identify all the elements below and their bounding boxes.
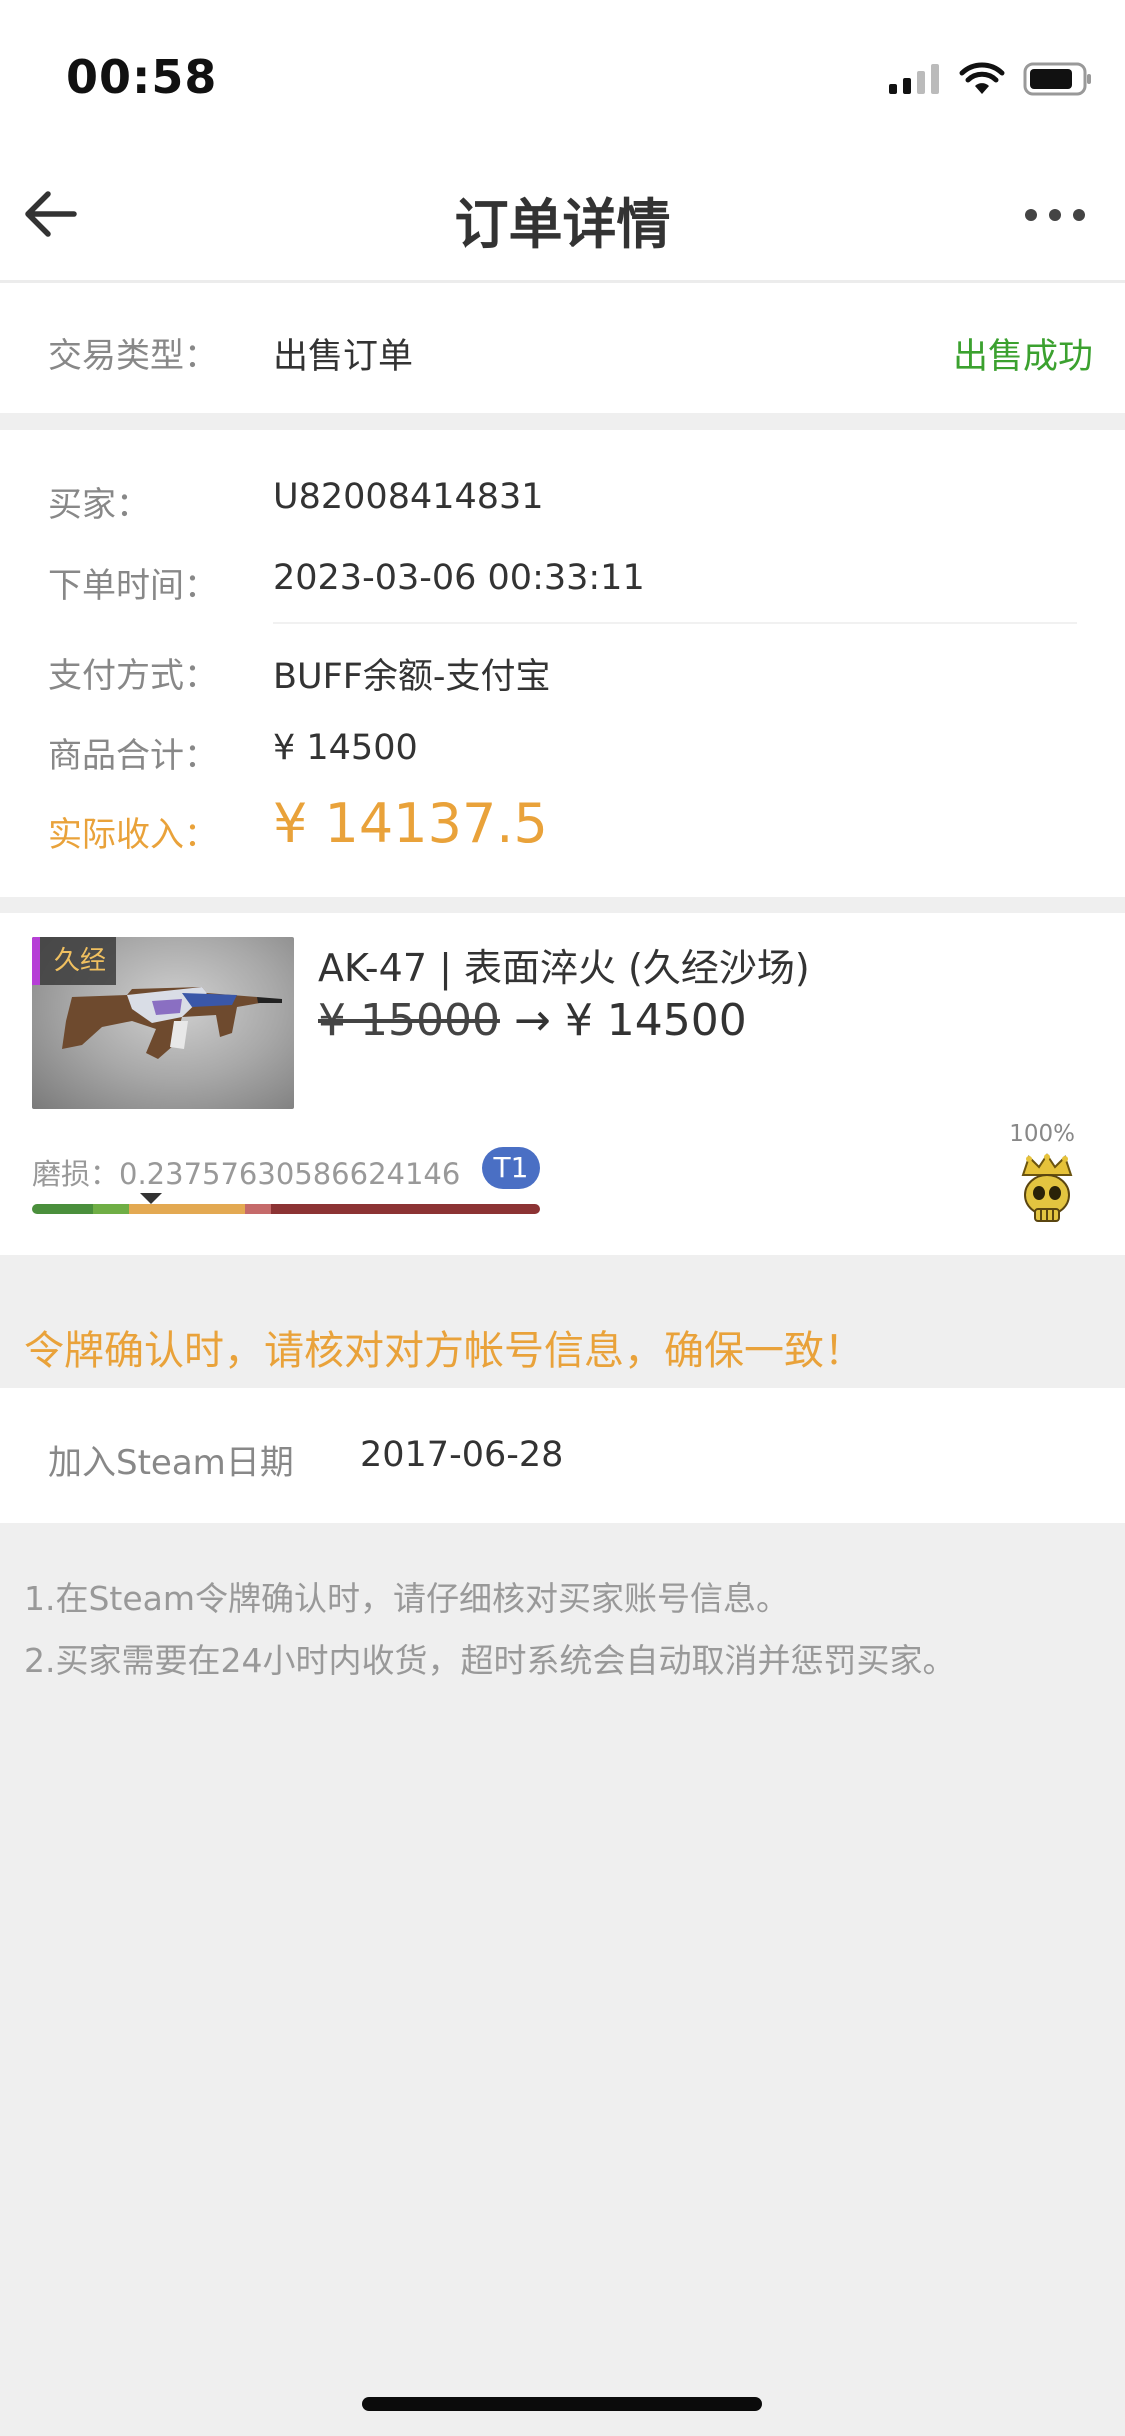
- order-info-card: 买家： U82008414831 下单时间： 2023-03-06 00:33:…: [0, 430, 1125, 897]
- more-dot-icon: [1073, 209, 1085, 221]
- order-time-label: 下单时间：: [48, 566, 218, 606]
- buyer-value: U82008414831: [273, 477, 544, 517]
- more-button[interactable]: [1025, 200, 1085, 230]
- order-status: 出售成功: [952, 337, 1093, 377]
- buyer-label: 买家：: [48, 485, 150, 525]
- more-dot-icon: [1025, 209, 1037, 221]
- wear-segment: [128, 1204, 246, 1214]
- sticker-percent: 100%: [1009, 1121, 1075, 1147]
- item-thumbnail[interactable]: 久经: [32, 937, 294, 1109]
- signal-icon: [889, 64, 939, 94]
- steam-join-date: 2017-06-28: [360, 1435, 564, 1475]
- wear-marker-icon: [140, 1193, 162, 1204]
- price-line: ¥ 15000 → ¥ 14500: [318, 995, 747, 1046]
- wear-segment: [270, 1204, 540, 1214]
- more-dot-icon: [1049, 209, 1061, 221]
- wear-bar: [32, 1204, 540, 1214]
- info-divider: [273, 622, 1077, 624]
- battery-icon: [1023, 62, 1091, 96]
- payment-value: BUFF余额-支付宝: [273, 657, 551, 697]
- note-item: 2.买家需要在24小时内收货，超时系统会自动取消并惩罚买家。: [24, 1641, 956, 1680]
- new-price: ¥ 14500: [564, 995, 747, 1046]
- income-label: 实际收入：: [48, 815, 218, 855]
- status-time: 00:58: [66, 50, 218, 104]
- tier-badge[interactable]: T1: [482, 1147, 540, 1189]
- income-value: ¥ 14137.5: [273, 792, 548, 855]
- wear-value: 磨损：0.23757630586624146: [32, 1157, 461, 1191]
- old-price: ¥ 15000: [318, 995, 500, 1046]
- note-item: 1.在Steam令牌确认时，请仔细核对买家账号信息。: [24, 1579, 790, 1618]
- steam-card: 加入Steam日期 2017-06-28: [0, 1388, 1125, 1523]
- notes: 1.在Steam令牌确认时，请仔细核对买家账号信息。 2.买家需要在24小时内收…: [24, 1568, 955, 1692]
- page-title: 订单详情: [454, 193, 671, 256]
- total-value: ¥ 14500: [273, 728, 418, 768]
- status-icons: [889, 62, 1093, 96]
- header-area: 00:58 订单详情: [0, 0, 1125, 283]
- total-label: 商品合计：: [48, 736, 218, 776]
- warning-message: 令牌确认时，请核对对方帐号信息，确保一致！: [24, 1328, 864, 1374]
- payment-label: 支付方式：: [48, 656, 218, 696]
- order-type-label: 交易类型：: [48, 336, 218, 376]
- wifi-icon: [959, 62, 1005, 94]
- wear-tag: 久经: [32, 937, 117, 985]
- order-type-card: 交易类型： 出售订单 出售成功: [0, 283, 1125, 413]
- price-arrow: →: [513, 995, 551, 1046]
- steam-join-label: 加入Steam日期: [48, 1443, 294, 1483]
- item-name: AK-47 | 表面淬火 (久经沙场): [318, 946, 810, 990]
- wear-segment: [245, 1204, 271, 1214]
- crowned-skull-sticker-icon[interactable]: [1017, 1153, 1077, 1225]
- wear-segment: [92, 1204, 129, 1214]
- item-card[interactable]: 久经 AK-47 | 表面淬火 (久经沙场) ¥ 15000 → ¥ 14500…: [0, 913, 1125, 1255]
- wear-segment: [32, 1204, 93, 1214]
- order-type-value: 出售订单: [273, 337, 414, 377]
- order-time-value: 2023-03-06 00:33:11: [273, 558, 645, 598]
- home-indicator[interactable]: [362, 2397, 762, 2411]
